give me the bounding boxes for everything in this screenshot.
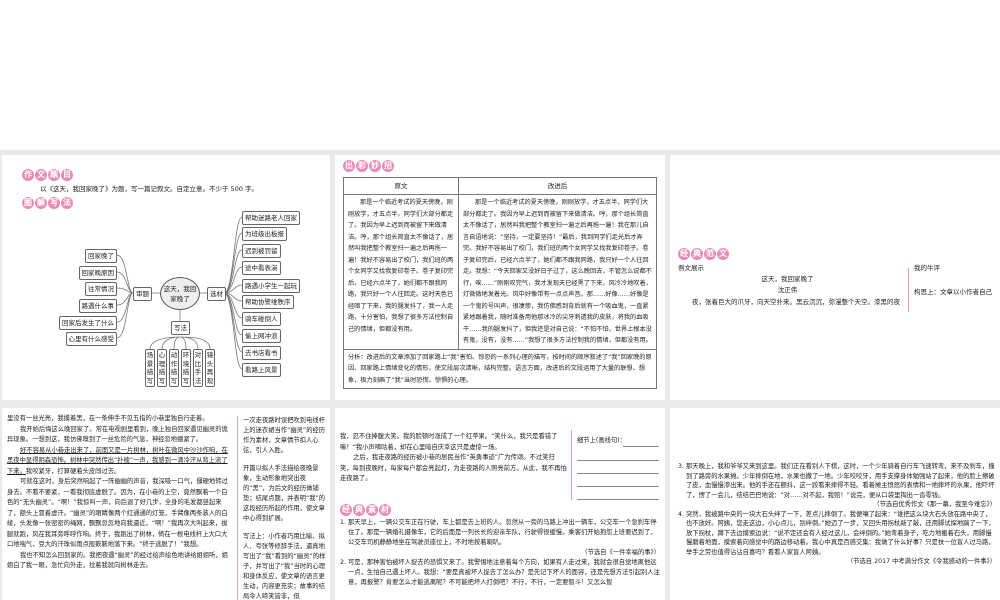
essay-body: 里没有一丝光亮，我摸着黑，在一条伸手不见五指的小巷里独自行走着。 我开始后悔这么… bbox=[7, 414, 233, 572]
heading-char: 范 bbox=[704, 248, 716, 260]
essay-paragraph: 可就在这时，身后突然响起了一阵幽幽的声音，我深吸一口气，僵硬地转过身去。不看不要… bbox=[7, 478, 228, 548]
mind-map-bottom-node: 心理描写 bbox=[157, 349, 167, 387]
header-improved: 改进后 bbox=[458, 177, 657, 195]
essay-text: 我咬紧牙，打算硬着头皮闯过去。 bbox=[25, 467, 121, 475]
heading-char: 妙 bbox=[369, 160, 381, 172]
material-item: 4. 突然，我被路中央的一块大石头绊了一下，差点儿摔倒了。我便嚷了起来：“谁把这… bbox=[678, 510, 995, 556]
heading-char: 典 bbox=[353, 504, 365, 516]
material-item: 3. 那天晚上，我和爷爷又来到这里。我们正在看别人下棋，这时，一个少年骑着自行车… bbox=[678, 463, 995, 499]
mind-map-right-node: 路遇小学生一起玩 bbox=[242, 279, 300, 293]
column-divider bbox=[908, 268, 909, 312]
mind-map-bottom-node: 对比手法 bbox=[193, 349, 203, 387]
detail-label: 细节上(画线句)： bbox=[577, 437, 626, 444]
section-heading-model-essay: 经典范文 bbox=[678, 248, 729, 260]
mind-map-left-node: 路遇什么事 bbox=[78, 299, 117, 313]
essay-paragraph: 我开始后悔这么晚回家了。常在电视剧里看到，晚上独自回家遇见幽灵的诡异现象。一想到… bbox=[7, 425, 228, 444]
mind-map-right-node: 偷上网冲浪 bbox=[242, 329, 281, 343]
comment-text: 构思上：文章以小作者自己 bbox=[914, 288, 992, 296]
heading-char: 经 bbox=[678, 248, 690, 260]
mind-map-left-node: 回家晚了 bbox=[85, 249, 117, 263]
answer-line[interactable] bbox=[577, 473, 659, 474]
mind-map-left-node: 回家晚原因 bbox=[78, 266, 117, 280]
essay-paragraph: 我，忍不住捧腹大笑。我的脸顿时涨成了一个红苹果。“笑什么，我只是看错了嘛！”我小… bbox=[340, 433, 558, 451]
essay-paragraph: 里没有一丝光亮，我摸着黑，在一条伸手不见五指的小巷里独自行走着。 bbox=[7, 415, 209, 422]
mind-map-right-node: 为班级出板报 bbox=[242, 227, 287, 241]
mind-map-right-node: 迟到被罚留 bbox=[242, 244, 281, 258]
mind-map-right-node: 途中看表演 bbox=[242, 261, 281, 275]
material-item: 2. 可是，那种害怕被坏人捉去的恐惧又来了。我警惕地注意着每个方向，如果有人走过… bbox=[340, 559, 660, 586]
section-heading-tips: 出彩妙招 bbox=[343, 160, 394, 172]
mind-map-node-xuancai: 选材 bbox=[207, 287, 226, 301]
mind-map-bottom-node: 镜头再现 bbox=[205, 349, 215, 387]
page-thumbnail-2[interactable]: 出彩妙招 原文 改进后 那是一个临近考试的夏天傍晚，刚刚放学，才五点半，同学们大… bbox=[335, 155, 665, 400]
heading-char: 经 bbox=[340, 504, 352, 516]
section-heading-materials: 经典素材 bbox=[340, 504, 391, 516]
mind-map-right-node: 看路上风景 bbox=[242, 363, 281, 377]
heading-char: 材 bbox=[379, 504, 391, 516]
material-source: （节选自优秀作文《那一幕，我至今难忘》） bbox=[873, 501, 996, 508]
page-thumbnail-3[interactable]: 经典范文 例文展示 这天，我回家晚了 沈正伟 夜，张着巨大的爪牙，向天空扑来。黑… bbox=[670, 155, 1000, 400]
mind-map-right-node: 去书店看书 bbox=[242, 346, 281, 360]
answer-line[interactable] bbox=[577, 499, 659, 500]
material-source: （节选自 2017 中考满分作文《令我感动的一件事》） bbox=[846, 558, 996, 565]
answer-line[interactable] bbox=[623, 446, 659, 447]
mind-map-node-shenti: 审题 bbox=[133, 287, 152, 301]
header-original: 原文 bbox=[343, 177, 459, 195]
column-divider bbox=[237, 416, 238, 600]
heading-char: 招 bbox=[382, 160, 394, 172]
analysis-text: 分析：改进后的文章添加了回家路上“我”害怕、惊恐的一系列心理的描写，按时间的顺序… bbox=[343, 348, 657, 389]
page-thumbnail-4[interactable]: 里没有一丝光亮，我摸着黑，在一条伸手不见五指的小巷里独自行走着。 我开始后悔这么… bbox=[2, 408, 330, 600]
materials-list: 3. 那天晚上，我和爷爷又来到这里。我们正在看别人下棋，这时，一个少年骑着自行车… bbox=[678, 462, 996, 567]
answer-line[interactable] bbox=[577, 486, 659, 487]
mind-map-right-node: 帮助协警维秩序 bbox=[242, 295, 294, 309]
material-source: （节选自《一件幸福的事》） bbox=[581, 549, 660, 556]
comparison-table: 原文 改进后 那是一个临近考试的夏天傍晚，刚刚放学，才五点半，同学们大部分都走了… bbox=[343, 177, 657, 389]
mind-map-right-node: 帮助迷路老人回家 bbox=[242, 211, 300, 225]
material-item: 1. 那天早上，一辆公交车正在行驶，车上都是去上班的人。忽然从一旁的马路上冲出一… bbox=[340, 519, 657, 546]
essay-paragraph: 之后，我走夜路的经历被小巷的居民当作“英勇事迹”广为传颂。不过笑归笑，每到夜晚时… bbox=[340, 454, 567, 482]
mind-map-node-xiefa: 写法 bbox=[171, 321, 190, 335]
heading-char: 文 bbox=[717, 248, 729, 260]
mind-map-left-node: 往常情况 bbox=[85, 282, 117, 296]
mind-map-left-node: 心里有什么感受 bbox=[65, 332, 117, 346]
mind-map-bottom-node: 场景描写 bbox=[145, 349, 155, 387]
essay-ending: 我，忍不住捧腹大笑。我的脸顿时涨成了一个红苹果。“笑什么，我只是看错了嘛！”我小… bbox=[340, 432, 567, 485]
table-header-row: 原文 改进后 bbox=[343, 177, 657, 195]
comment-text: 一次走夜路时误把吹到电线杆上的迷衣裙当作“幽灵”的经历作为素材，文章情节扣人心弦… bbox=[243, 417, 326, 454]
mind-map-bottom-node: 动作描写 bbox=[169, 349, 179, 387]
essay-paragraph: 我也不知怎么回到家的。我把夜遇“幽灵”的经过绘声绘色地讲给姐姐听，姐姐白了我一眼… bbox=[7, 551, 229, 570]
mind-map-right-node: 骑车碰倒人 bbox=[242, 312, 281, 326]
comment-text: 写法上：小作者巧用比喻、拟人、夸张等修辞手法，逼真地写出了“我”看到的“幽灵”的… bbox=[243, 533, 326, 600]
essay-first-line: 夜，张着巨大的爪牙，向天空扑来。黑云沉沉，弥漫整个天空。漆黑的夜 bbox=[692, 298, 900, 306]
mind-map-center: 这天，我回家晚了 bbox=[160, 277, 200, 310]
heading-char: 素 bbox=[366, 504, 378, 516]
improved-text: 那是一个临近考试的夏天傍晚，刚刚放学，才五点半，同学们大部分都走了。我因为早上迟… bbox=[458, 194, 657, 350]
table-row: 那是一个临近考试的夏天傍晚，刚刚放学，才五点半，同学们大部分都走了。我因为早上迟… bbox=[343, 194, 657, 350]
materials-list: 1. 那天早上，一辆公交车正在行驶，车上都是去上班的人。忽然从一旁的马路上冲出一… bbox=[340, 518, 660, 588]
heading-char: 出 bbox=[343, 160, 355, 172]
original-text: 那是一个临近考试的夏天傍晚，刚刚放学，才五点半，同学们大部分都走了。我因为早上迟… bbox=[343, 194, 459, 350]
mind-map-left-node: 回家后发生了什么 bbox=[59, 316, 117, 330]
table-row: 分析：改进后的文章添加了回家路上“我”害怕、惊恐的一系列心理的描写，按时间的顺序… bbox=[343, 348, 657, 389]
heading-char: 典 bbox=[691, 248, 703, 260]
page-thumbnail-1[interactable]: 作文题目 以《这天，我回家晚了》为题，写一篇记叙文。自定立意。不少于 500 字… bbox=[2, 155, 330, 400]
column-divider bbox=[571, 430, 572, 500]
comment-text: 开篇以拟人手法描绘夜晚景象，生动形象地突出夜的“黑”，为后文的经历做铺垫；结尾点… bbox=[243, 465, 326, 522]
page-thumbnail-5[interactable]: 我，忍不住捧腹大笑。我的脸顿时涨成了一个红苹果。“笑什么，我只是看错了嘛！”我小… bbox=[335, 408, 665, 600]
essay-paragraph: 好不容易从小巷走出来了，前面又是一片树林，树叶在微风中沙沙作响，在黑夜中显得阴森… bbox=[7, 446, 233, 478]
comment-title: 我的牛评 bbox=[914, 264, 940, 272]
comment-column: 一次走夜路时误把吹到电线杆上的迷衣裙当作“幽灵”的经历作为素材，文章情节扣人心弦… bbox=[243, 416, 327, 600]
page-thumbnail-6[interactable]: 3. 那天晚上，我和爷爷又来到这里。我们正在看别人下棋，这时，一个少年骑着自行车… bbox=[670, 408, 1000, 600]
heading-char: 彩 bbox=[356, 160, 368, 172]
answer-line[interactable] bbox=[577, 460, 659, 461]
mind-map-bottom-node: 环境描写 bbox=[181, 349, 191, 387]
